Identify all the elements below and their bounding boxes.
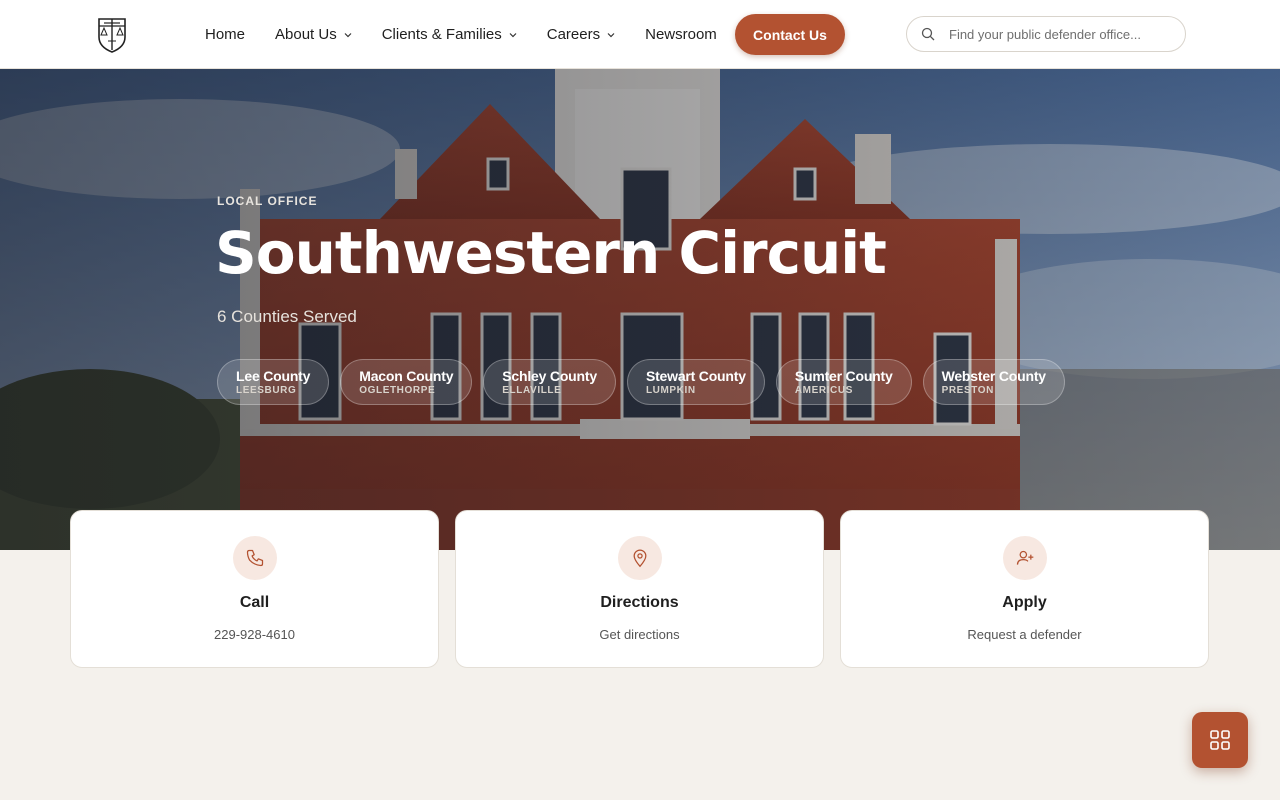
action-cards: Call 229-928-4610 Directions Get directi… bbox=[70, 510, 1209, 668]
hero-section: LOCAL OFFICE Southwestern Circuit 6 Coun… bbox=[0, 69, 1280, 550]
county-town: AMERICUS bbox=[794, 385, 853, 396]
county-name: Stewart County bbox=[645, 368, 746, 384]
county-chip-stewart[interactable]: Stewart County LUMPKIN bbox=[626, 359, 765, 405]
map-pin-icon bbox=[633, 549, 646, 568]
county-town: LUMPKIN bbox=[645, 385, 696, 396]
user-plus-icon bbox=[1016, 550, 1033, 565]
scales-of-justice-shield-icon bbox=[98, 18, 126, 53]
county-chip-sumter[interactable]: Sumter County AMERICUS bbox=[775, 359, 912, 405]
nav-newsroom[interactable]: Newsroom bbox=[645, 26, 717, 43]
county-chip-webster[interactable]: Webster County PRESTON bbox=[922, 359, 1065, 405]
apply-icon-badge bbox=[1002, 536, 1047, 580]
quick-menu-button[interactable] bbox=[1192, 712, 1248, 768]
directions-title: Directions bbox=[600, 594, 679, 611]
page-title: Southwestern Circuit bbox=[215, 219, 887, 287]
apply-card[interactable]: Apply Request a defender bbox=[840, 510, 1209, 668]
county-chip-schley[interactable]: Schley County ELLAVILLE bbox=[483, 359, 616, 405]
logo[interactable] bbox=[96, 15, 128, 53]
nav-careers[interactable]: Careers bbox=[547, 26, 615, 43]
county-list: Lee County LEESBURG Macon County OGLETHO… bbox=[217, 359, 1076, 405]
nav-clients-families[interactable]: Clients & Families bbox=[382, 26, 517, 43]
search-input[interactable] bbox=[949, 26, 1169, 42]
search-icon bbox=[921, 27, 935, 41]
apply-subtitle: Request a defender bbox=[967, 627, 1082, 642]
county-town: OGLETHORPE bbox=[359, 385, 436, 396]
chevron-down-icon bbox=[509, 32, 517, 37]
county-name: Macon County bbox=[359, 368, 454, 384]
call-title: Call bbox=[239, 594, 270, 611]
site-header: Home About Us Clients & Families Careers… bbox=[0, 0, 1280, 69]
office-search bbox=[906, 16, 1186, 52]
county-chip-macon[interactable]: Macon County OGLETHORPE bbox=[340, 359, 473, 405]
nav-about-us-label: About Us bbox=[275, 26, 337, 43]
chevron-down-icon bbox=[344, 32, 352, 37]
hero-overlay bbox=[0, 69, 1280, 550]
nav-clients-families-label: Clients & Families bbox=[381, 26, 502, 43]
county-name: Sumter County bbox=[794, 368, 893, 384]
county-town: PRESTON bbox=[941, 385, 994, 396]
county-name: Lee County bbox=[236, 368, 311, 384]
county-name: Schley County bbox=[502, 368, 597, 384]
directions-icon-badge bbox=[617, 536, 662, 580]
county-town: ELLAVILLE bbox=[502, 385, 562, 396]
call-icon-badge bbox=[232, 536, 277, 580]
nav-newsroom-label: Newsroom bbox=[645, 26, 717, 43]
nav-home-label: Home bbox=[205, 26, 246, 43]
county-chip-lee[interactable]: Lee County LEESBURG bbox=[217, 359, 330, 405]
apply-title: Apply bbox=[1002, 594, 1047, 611]
county-name: Webster County bbox=[941, 368, 1046, 384]
nav-home[interactable]: Home bbox=[205, 26, 245, 43]
phone-number[interactable]: 229-928-4610 bbox=[214, 627, 295, 642]
county-town: LEESBURG bbox=[236, 385, 297, 396]
contact-us-button[interactable]: Contact Us bbox=[735, 14, 845, 55]
nav-about-us[interactable]: About Us bbox=[275, 26, 352, 43]
call-card[interactable]: Call 229-928-4610 bbox=[70, 510, 439, 668]
main-nav: Home About Us Clients & Families Careers… bbox=[205, 0, 747, 69]
directions-subtitle: Get directions bbox=[599, 627, 680, 642]
chevron-down-icon bbox=[607, 32, 615, 37]
hero-eyebrow: LOCAL OFFICE bbox=[217, 194, 318, 208]
directions-card[interactable]: Directions Get directions bbox=[455, 510, 824, 668]
phone-icon bbox=[246, 549, 263, 567]
grid-icon bbox=[1210, 730, 1230, 750]
counties-served-count: 6 Counties Served bbox=[217, 307, 357, 326]
nav-careers-label: Careers bbox=[546, 26, 601, 43]
